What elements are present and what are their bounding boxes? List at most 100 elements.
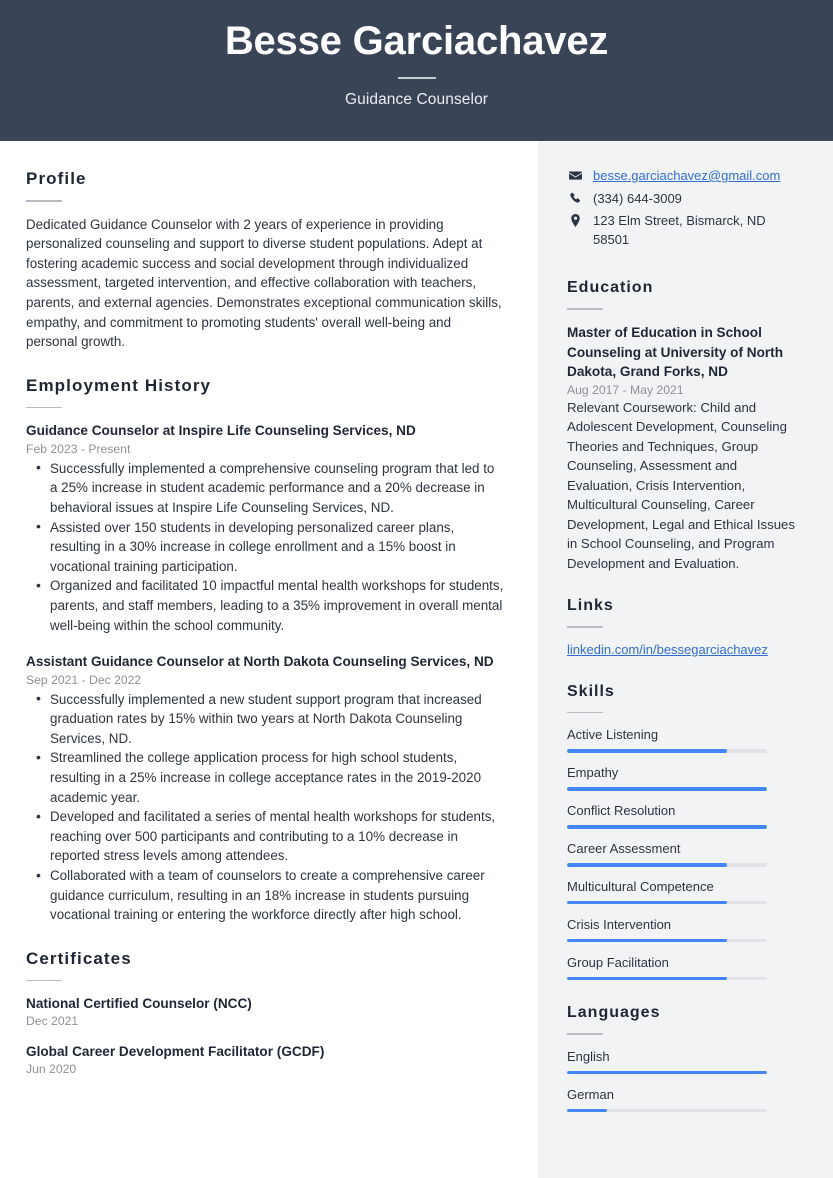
contact-section: besse.garciachavez@gmail.com (334) 644-3…	[567, 167, 803, 249]
contact-row-address: 123 Elm Street, Bismarck, ND 58501	[567, 212, 803, 249]
job-bullets: Successfully implemented a comprehensive…	[26, 458, 504, 635]
address-text: 123 Elm Street, Bismarck, ND 58501	[593, 213, 766, 247]
certificate-entry: Global Career Development Facilitator (G…	[26, 1042, 504, 1076]
job-date: Sep 2021 - Dec 2022	[26, 672, 142, 687]
job-bullet: Successfully implemented a new student s…	[26, 689, 504, 749]
links-heading: Links	[567, 597, 614, 615]
skill-bar-fill	[567, 863, 727, 867]
section-divider	[567, 308, 603, 310]
job-bullet: Collaborated with a team of counselors t…	[26, 866, 504, 925]
skill-label: Empathy	[567, 765, 619, 781]
linkedin-link[interactable]: linkedin.com/in/bessegarciachavez	[567, 642, 768, 657]
language-item: English	[567, 1048, 803, 1075]
resume-body: Profile Dedicated Guidance Counselor wit…	[0, 141, 833, 1178]
job-bullet: Assisted over 150 students in developing…	[26, 517, 504, 577]
education-section: Education Master of Education in School …	[567, 279, 803, 573]
skill-bar-fill	[567, 749, 727, 753]
skill-label: Crisis Intervention	[567, 916, 672, 932]
skill-label: Career Assessment	[567, 841, 681, 857]
sidebar-column: besse.garciachavez@gmail.com (334) 644-3…	[538, 141, 833, 1178]
skill-label: Group Facilitation	[567, 954, 669, 970]
skill-bar-track	[567, 976, 767, 981]
skill-label: Multicultural Competence	[567, 879, 714, 894]
resume-page: Besse Garciachavez Guidance Counselor Pr…	[0, 0, 833, 1178]
certificate-date: Dec 2021	[26, 1014, 79, 1029]
skill-bar-fill	[567, 976, 727, 981]
main-column: Profile Dedicated Guidance Counselor wit…	[0, 141, 538, 1178]
phone-number: (334) 644-3009	[593, 190, 682, 206]
job-bullet: Streamlined the college application proc…	[26, 748, 504, 807]
certificate-title: National Certified Counselor (NCC)	[26, 996, 252, 1012]
section-divider	[567, 1033, 603, 1035]
job-bullets: Successfully implemented a new student s…	[26, 689, 504, 925]
skill-bar-fill	[567, 787, 767, 791]
skill-item: Empathy	[567, 764, 803, 791]
skill-bar-track	[567, 825, 767, 829]
job-bullet: Organized and facilitated 10 impactful m…	[26, 576, 504, 635]
employment-entry: Assistant Guidance Counselor at North Da…	[26, 652, 504, 925]
skill-item: Multicultural Competence	[567, 878, 803, 905]
contact-row-phone: (334) 644-3009	[567, 190, 803, 209]
language-label: German	[567, 1086, 614, 1102]
section-divider	[26, 200, 62, 202]
job-title: Assistant Guidance Counselor at North Da…	[26, 654, 494, 670]
skill-bar-fill	[567, 938, 727, 943]
skill-bar-track	[567, 749, 767, 753]
skill-label: Conflict Resolution	[567, 803, 676, 819]
skill-bar-track	[567, 787, 767, 791]
language-bar-fill	[567, 1070, 767, 1075]
skill-bar-fill	[567, 901, 727, 905]
location-pin-icon	[567, 212, 584, 228]
email-link[interactable]: besse.garciachavez@gmail.com	[593, 167, 780, 186]
languages-section: Languages English German	[567, 1004, 803, 1113]
language-bar-track	[567, 1108, 767, 1113]
language-bar-fill	[567, 1108, 607, 1113]
certificate-date: Jun 2020	[26, 1062, 77, 1077]
skill-bar-fill	[567, 825, 767, 829]
envelope-icon	[567, 167, 584, 182]
links-section: Links linkedin.com/in/bessegarciachavez	[567, 597, 803, 659]
certificate-entry: National Certified Counselor (NCC) Dec 2…	[26, 994, 504, 1028]
section-divider	[567, 711, 603, 714]
languages-heading: Languages	[567, 1004, 661, 1022]
resume-header: Besse Garciachavez Guidance Counselor	[0, 0, 833, 141]
certificate-title: Global Career Development Facilitator (G…	[26, 1044, 325, 1060]
job-title: Guidance Counselor at Inspire Life Couns…	[26, 423, 416, 439]
skill-item: Career Assessment	[567, 840, 803, 867]
language-item: German	[567, 1086, 803, 1113]
employment-heading: Employment History	[26, 375, 212, 395]
section-divider	[26, 979, 62, 982]
skill-item: Active Listening	[567, 726, 803, 753]
education-title: Master of Education in School Counseling…	[567, 324, 784, 380]
skill-item: Group Facilitation	[567, 954, 803, 981]
education-date: Aug 2017 - May 2021	[567, 382, 684, 397]
education-description: Relevant Coursework: Child and Adolescen…	[567, 399, 795, 571]
skills-section: Skills Active Listening Empathy Conflict…	[567, 682, 803, 981]
employment-section: Employment History Guidance Counselor at…	[26, 376, 504, 925]
skill-item: Conflict Resolution	[567, 802, 803, 829]
certificates-section: Certificates National Certified Counselo…	[26, 948, 504, 1076]
section-divider	[567, 626, 603, 628]
employment-entry: Guidance Counselor at Inspire Life Couns…	[26, 421, 504, 635]
job-bullet: Developed and facilitated a series of me…	[26, 807, 504, 866]
skill-bar-track	[567, 938, 767, 943]
candidate-name: Besse Garciachavez	[224, 18, 609, 63]
skill-bar-track	[567, 863, 767, 867]
skill-item: Crisis Intervention	[567, 916, 803, 943]
contact-row-email: besse.garciachavez@gmail.com	[567, 167, 803, 186]
certificates-heading: Certificates	[26, 948, 132, 968]
profile-heading: Profile	[26, 169, 87, 188]
candidate-job-title: Guidance Counselor	[344, 90, 489, 108]
job-date: Feb 2023 - Present	[26, 441, 131, 456]
job-bullet: Successfully implemented a comprehensive…	[26, 458, 504, 518]
skills-heading: Skills	[567, 682, 615, 700]
skill-bar-track	[567, 901, 767, 905]
education-heading: Education	[567, 279, 654, 297]
profile-section: Profile Dedicated Guidance Counselor wit…	[26, 169, 504, 352]
phone-icon	[567, 190, 584, 205]
language-bar-track	[567, 1070, 767, 1075]
language-label: English	[567, 1048, 610, 1064]
header-divider	[397, 76, 436, 79]
skill-label: Active Listening	[567, 727, 659, 743]
section-divider	[26, 406, 62, 409]
